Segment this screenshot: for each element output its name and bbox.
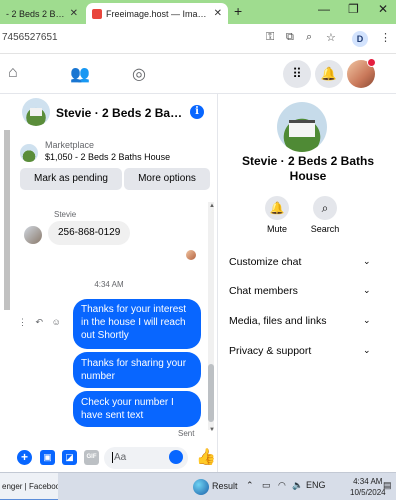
notifications-bell-icon[interactable]: 🔔 bbox=[315, 60, 343, 88]
menu-grid-icon[interactable]: ⠿ bbox=[283, 60, 311, 88]
freeimage-favicon-icon bbox=[92, 8, 102, 19]
mute-label: Mute bbox=[266, 224, 287, 234]
browser-tab-facebook[interactable]: - 2 Beds 2 Baths H ✕ bbox=[0, 3, 84, 24]
message-input-placeholder: Aa bbox=[114, 452, 127, 463]
sender-name: Stevie bbox=[54, 210, 77, 219]
maximize-button[interactable]: ❐ bbox=[348, 2, 359, 16]
close-tab-icon[interactable]: ✕ bbox=[214, 8, 222, 19]
chevron-down-icon[interactable]: ⌄ bbox=[363, 315, 371, 326]
more-actions-icon[interactable]: ⋮ bbox=[18, 317, 27, 327]
minimize-button[interactable]: — bbox=[318, 2, 330, 16]
seen-indicator-avatar bbox=[186, 250, 196, 260]
listing-summary[interactable]: $1,050 - 2 Beds 2 Baths House bbox=[45, 152, 170, 162]
outgoing-message[interactable]: Thanks for sharing your number bbox=[73, 352, 201, 388]
search-icon: ⌕ bbox=[313, 196, 337, 220]
bell-icon: 🔔 bbox=[265, 196, 289, 220]
conversation-info-panel: Stevie · 2 Beds 2 Baths House 🔔 Mute ⌕ S… bbox=[219, 94, 396, 472]
reply-icon[interactable]: ↶ bbox=[36, 317, 44, 327]
close-tab-icon[interactable]: ✕ bbox=[70, 8, 78, 19]
plus-icon[interactable]: + bbox=[17, 450, 32, 465]
section-privacy-support[interactable]: Privacy & support bbox=[229, 345, 379, 357]
messages-scroll-thumb[interactable] bbox=[208, 364, 214, 422]
info-icon[interactable]: i bbox=[190, 105, 204, 119]
listing-thumbnail[interactable] bbox=[20, 144, 38, 162]
more-options-button[interactable]: More options bbox=[124, 168, 210, 190]
chat-header: Stevie · 2 Beds 2 Bath... i bbox=[0, 94, 218, 132]
language-indicator[interactable]: ENG bbox=[306, 480, 326, 490]
network-icon[interactable]: ▭ bbox=[262, 480, 271, 491]
bookmark-star-icon[interactable]: ☆ bbox=[326, 31, 336, 44]
browser-tab-freeimage[interactable]: Freeimage.host — Image Hostin ✕ bbox=[86, 3, 228, 24]
friends-icon[interactable]: 👥 bbox=[70, 64, 90, 84]
section-customize-chat[interactable]: Customize chat bbox=[229, 256, 379, 268]
mark-as-pending-button[interactable]: Mark as pending bbox=[20, 168, 122, 190]
message-composer: + ▣ ◪ GIF Aa 👍 bbox=[0, 444, 218, 472]
section-chat-members[interactable]: Chat members bbox=[229, 285, 379, 297]
notification-dot bbox=[367, 58, 376, 67]
tab-label: - 2 Beds 2 Baths H bbox=[6, 8, 66, 19]
photo-icon[interactable]: ▣ bbox=[40, 450, 55, 465]
chat-pane: Stevie · 2 Beds 2 Bath... i Marketplace … bbox=[0, 94, 218, 472]
key-icon[interactable]: ⚿ bbox=[266, 31, 274, 44]
wifi-icon[interactable]: ◠ bbox=[278, 480, 286, 491]
zoom-icon[interactable]: ⌕ bbox=[306, 31, 312, 44]
windows-taskbar: enger | Faceboo... Result ⌃ ▭ ◠ 🔈 ENG 4:… bbox=[0, 472, 396, 500]
url-field[interactable]: 7456527651 bbox=[2, 32, 58, 43]
install-app-icon[interactable]: ⧉ bbox=[286, 31, 294, 44]
taskbar-clock[interactable]: 4:34 AM 10/5/2024 bbox=[350, 476, 386, 498]
search-label: Search bbox=[310, 224, 340, 234]
message-timestamp: 4:34 AM bbox=[94, 280, 124, 289]
marketplace-card: Marketplace $1,050 - 2 Beds 2 Baths Hous… bbox=[12, 134, 216, 194]
home-icon[interactable]: ⌂ bbox=[8, 64, 18, 82]
volume-icon[interactable]: 🔈 bbox=[292, 480, 303, 491]
facebook-top-nav: ⌂ 👥 ◎ ⠿ 🔔 bbox=[0, 54, 396, 94]
browser-profile-avatar[interactable]: D bbox=[352, 31, 368, 47]
weather-widget-icon[interactable] bbox=[193, 479, 209, 495]
new-tab-button[interactable]: + bbox=[234, 3, 242, 19]
conversation-name: Stevie · 2 Beds 2 Baths House bbox=[241, 154, 375, 183]
chevron-down-icon[interactable]: ⌄ bbox=[363, 345, 371, 356]
taskbar-browser-app[interactable]: enger | Faceboo... bbox=[0, 473, 58, 500]
outgoing-message[interactable]: Thanks for your interest in the house I … bbox=[73, 299, 201, 349]
chevron-down-icon[interactable]: ⌄ bbox=[363, 256, 371, 267]
section-media-files-links[interactable]: Media, files and links bbox=[229, 315, 379, 327]
text-caret bbox=[112, 451, 113, 463]
address-bar: 7456527651 ⚿ ⧉ ⌕ ☆ D ⋮ bbox=[0, 24, 396, 54]
clock-date: 10/5/2024 bbox=[350, 488, 386, 497]
chevron-up-icon[interactable]: ⌃ bbox=[246, 480, 254, 491]
close-window-button[interactable]: ✕ bbox=[378, 2, 388, 16]
gif-icon[interactable]: GIF bbox=[84, 450, 99, 465]
chat-title[interactable]: Stevie · 2 Beds 2 Bath... bbox=[56, 106, 184, 120]
clock-time: 4:34 AM bbox=[353, 477, 383, 486]
react-emoji-icon[interactable]: ☺ bbox=[52, 317, 61, 327]
sender-avatar[interactable] bbox=[24, 226, 42, 244]
groups-icon[interactable]: ◎ bbox=[132, 64, 146, 84]
sticker-icon[interactable]: ◪ bbox=[62, 450, 77, 465]
listing-photo-large[interactable] bbox=[277, 102, 327, 152]
incoming-message[interactable]: 256-868-0129 bbox=[48, 221, 131, 245]
thumbs-up-icon[interactable]: 👍 bbox=[196, 447, 216, 467]
emoji-icon[interactable] bbox=[169, 450, 183, 464]
outgoing-message[interactable]: Check your number I have sent text bbox=[73, 391, 201, 427]
message-actions: ⋮ ↶ ☺ bbox=[18, 317, 61, 328]
scroll-up-icon[interactable]: ▲ bbox=[209, 203, 215, 209]
browser-tab-strip: - 2 Beds 2 Baths H ✕ Freeimage.host — Im… bbox=[0, 0, 396, 24]
mute-button[interactable]: 🔔 Mute bbox=[257, 196, 297, 234]
listing-photo[interactable] bbox=[22, 98, 50, 126]
widget-label[interactable]: Result bbox=[212, 481, 238, 491]
message-status: Sent bbox=[178, 429, 195, 438]
marketplace-label: Marketplace bbox=[45, 140, 95, 150]
chevron-down-icon[interactable]: ⌄ bbox=[363, 285, 371, 296]
scroll-down-icon[interactable]: ▼ bbox=[209, 427, 215, 433]
browser-menu-icon[interactable]: ⋮ bbox=[380, 31, 391, 44]
search-button[interactable]: ⌕ Search bbox=[305, 196, 345, 234]
notification-center-icon[interactable]: ▤ bbox=[383, 480, 392, 491]
tab-label: Freeimage.host — Image Hostin bbox=[106, 8, 210, 19]
